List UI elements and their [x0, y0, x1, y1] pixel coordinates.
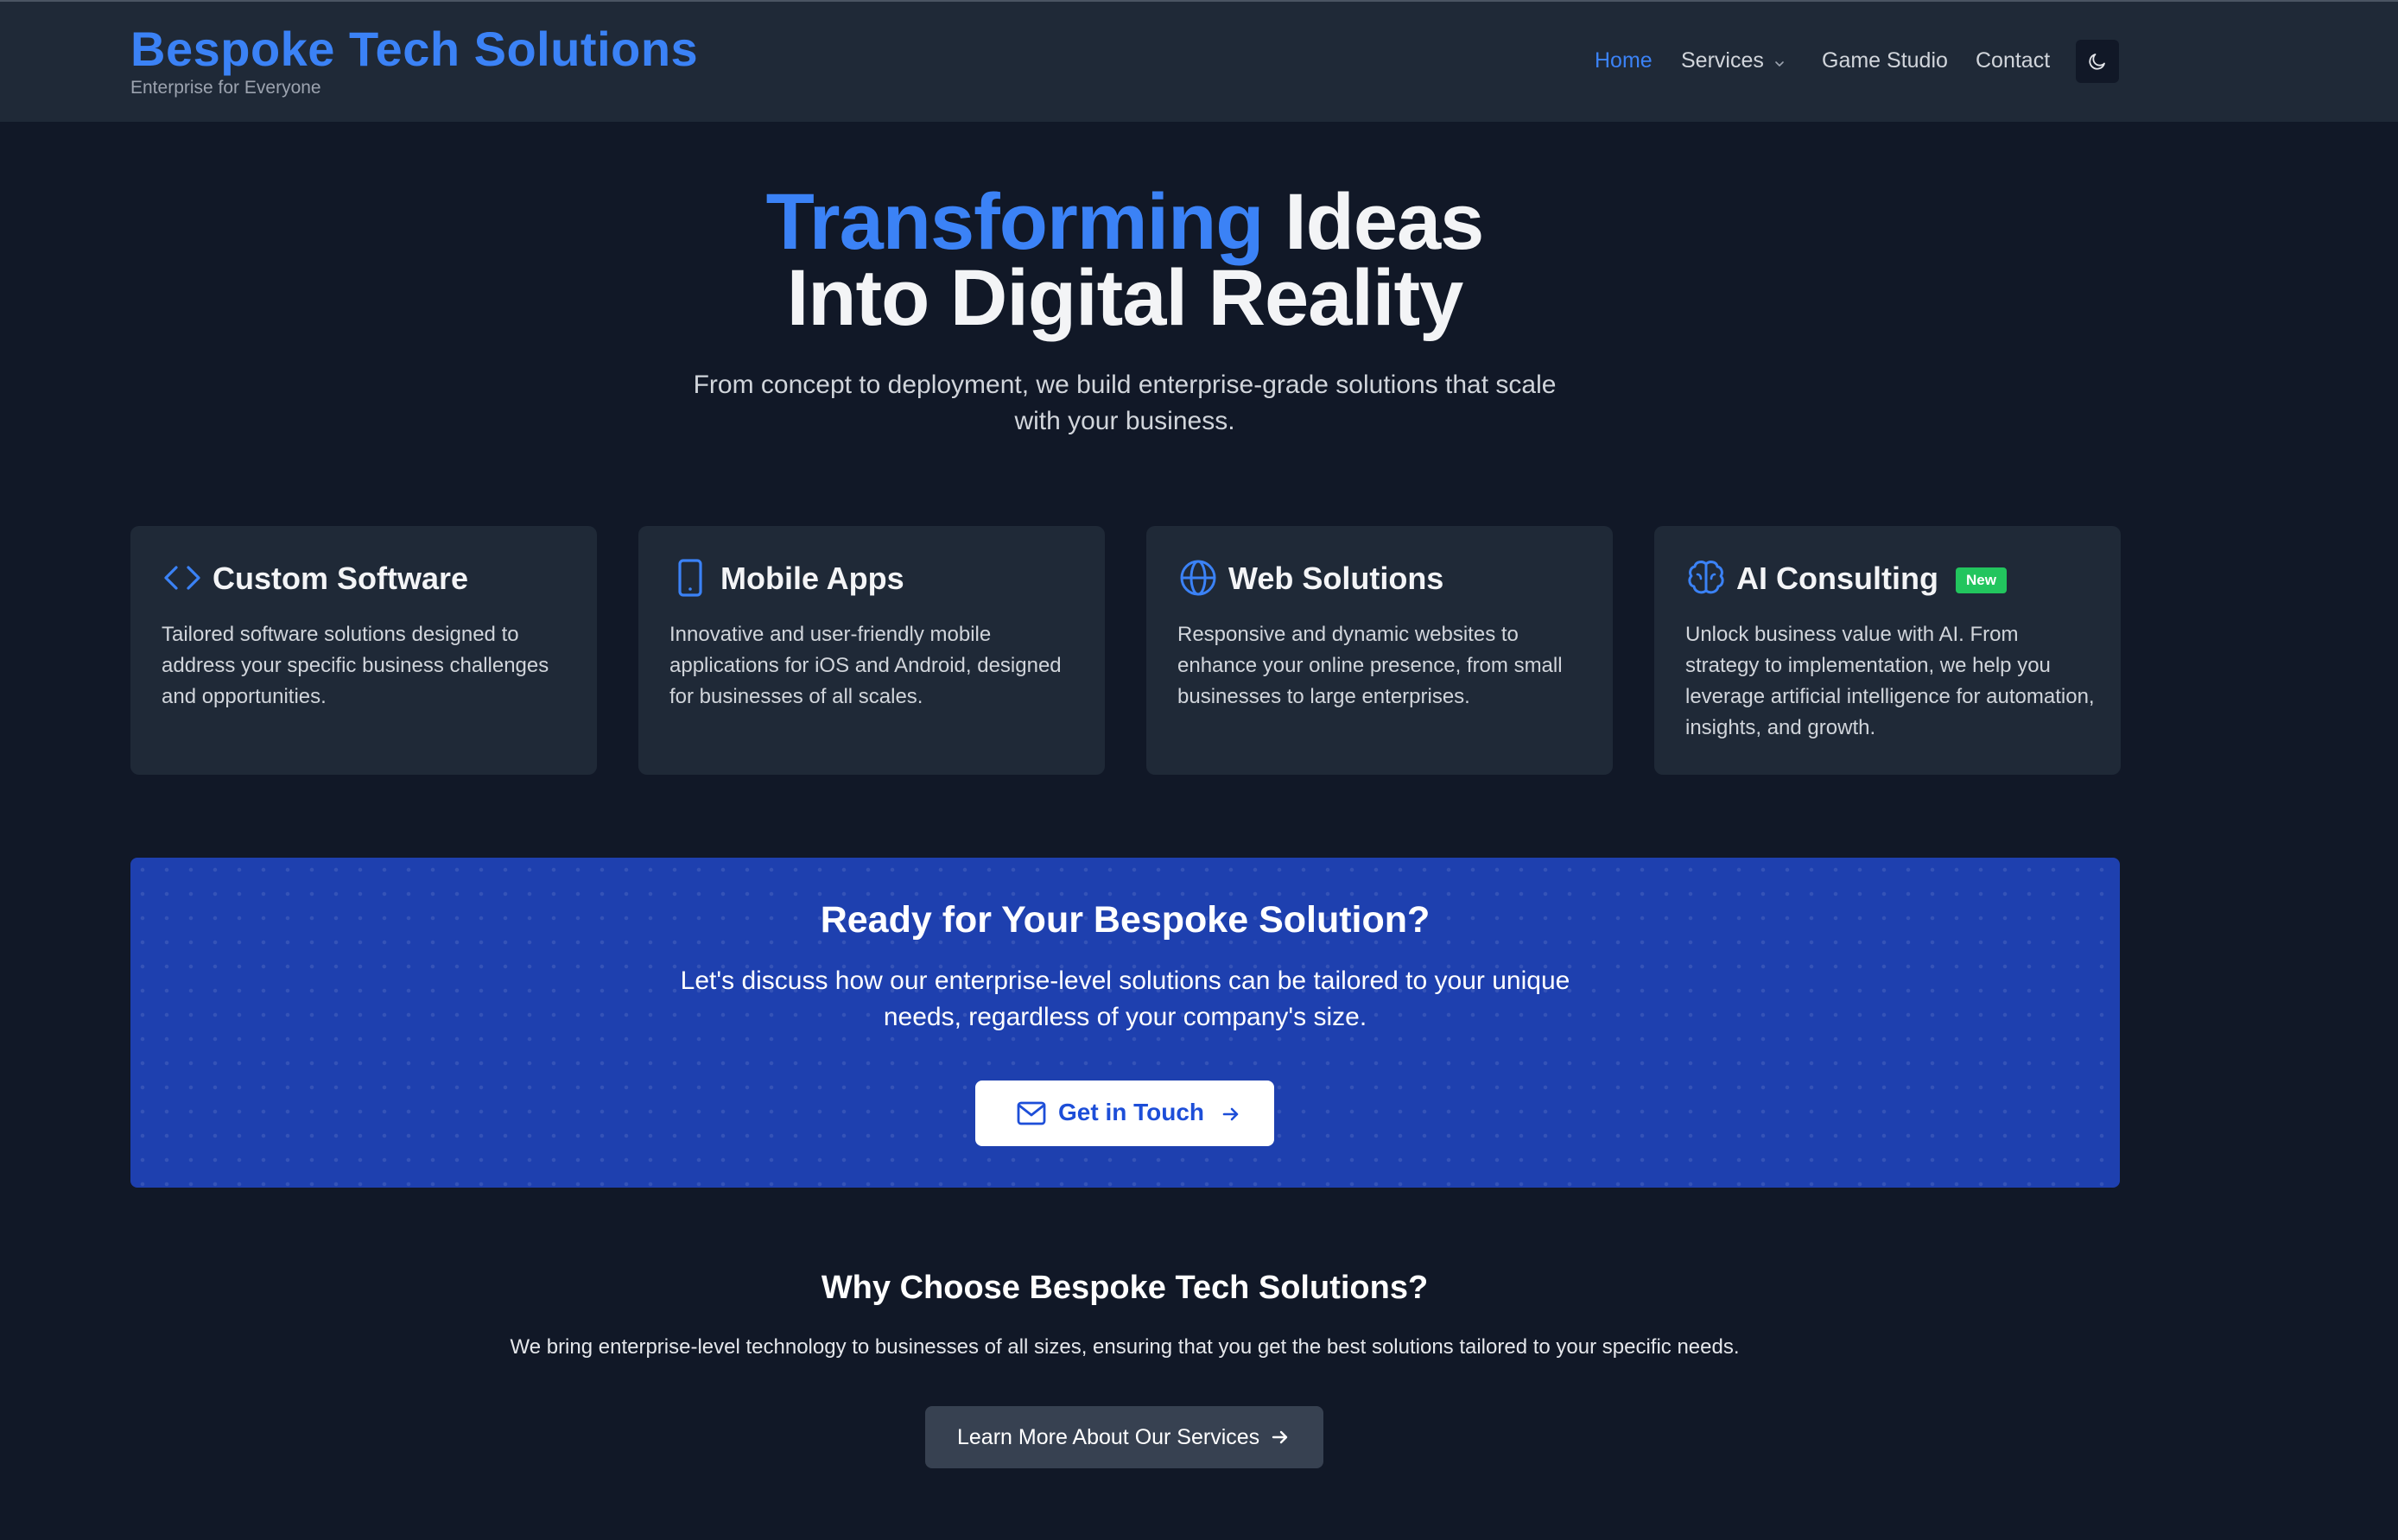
arrow-right-icon [1272, 1430, 1288, 1444]
nav-services-label: Services [1681, 48, 1764, 73]
why-text: We bring enterprise-level technology to … [510, 1335, 1740, 1359]
service-card-web-solutions[interactable]: Web Solutions Responsive and dynamic web… [1146, 526, 1613, 775]
service-card-description: Unlock business value with AI. From stra… [1685, 623, 2095, 739]
chevron-down-icon[interactable] [1773, 57, 1786, 71]
hero-subtitle: From concept to deployment, we build ent… [693, 371, 1557, 435]
cta-title: Ready for Your Bespoke Solution? [820, 899, 1431, 941]
mail-icon [1017, 1101, 1046, 1125]
get-in-touch-button[interactable]: Get in Touch [975, 1081, 1274, 1146]
brain-icon [1688, 561, 1724, 594]
cta-text: Let's discuss how our enterprise-level s… [680, 966, 1570, 1031]
nav-contact[interactable]: Contact [1976, 48, 2050, 73]
site-header: Bespoke Tech Solutions Enterprise for Ev… [0, 0, 2398, 122]
hero-title-line-2: Into Digital Reality [786, 254, 1464, 342]
why-title: Why Choose Bespoke Tech Solutions? [821, 1270, 1429, 1306]
service-card-description: Innovative and user-friendly mobile appl… [669, 623, 1062, 708]
new-badge: New [1956, 567, 2007, 593]
learn-more-label: Learn More About Our Services [957, 1425, 1260, 1449]
service-card-title: Web Solutions [1228, 561, 1444, 596]
nav-services[interactable]: Services [1681, 48, 1764, 73]
service-card-ai-consulting[interactable]: AI Consulting New Unlock business value … [1654, 526, 2121, 775]
theme-toggle-button[interactable] [2076, 40, 2119, 83]
moon-icon [2089, 54, 2105, 70]
cta-banner: Ready for Your Bespoke Solution? Let's d… [130, 858, 2120, 1188]
get-in-touch-label: Get in Touch [1058, 1099, 1205, 1125]
brand-title[interactable]: Bespoke Tech Solutions [130, 21, 698, 77]
service-card-title: AI Consulting [1736, 561, 1938, 596]
service-card-title: Mobile Apps [720, 561, 904, 596]
mobile-icon [678, 559, 702, 597]
brand-tagline: Enterprise for Everyone [130, 78, 321, 98]
learn-more-button[interactable]: Learn More About Our Services [925, 1406, 1323, 1468]
nav-game-studio[interactable]: Game Studio [1822, 48, 1948, 73]
arrow-right-icon [1222, 1107, 1239, 1121]
service-card-custom-software[interactable]: Custom Software Tailored software soluti… [130, 526, 597, 775]
nav-home[interactable]: Home [1595, 48, 1653, 73]
service-card-mobile-apps[interactable]: Mobile Apps Innovative and user-friendly… [638, 526, 1105, 775]
service-card-description: Responsive and dynamic websites to enhan… [1177, 623, 1563, 708]
code-icon [164, 566, 200, 590]
globe-icon [1180, 560, 1216, 596]
service-card-description: Tailored software solutions designed to … [162, 623, 549, 708]
service-card-title: Custom Software [213, 561, 469, 596]
